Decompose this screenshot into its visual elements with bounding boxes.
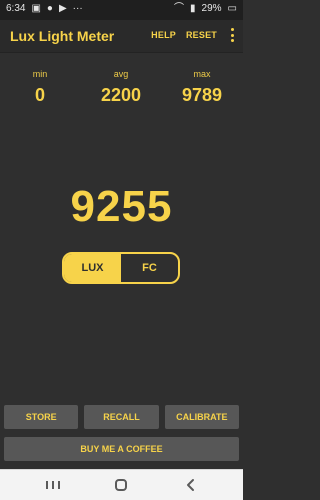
action-button-row: STORE RECALL CALIBRATE (4, 405, 239, 429)
battery-icon: ▭ (227, 3, 237, 14)
lux-unit-button[interactable]: LUX (64, 254, 121, 282)
current-reading: 9255 (70, 182, 173, 231)
avg-label: avg (113, 69, 129, 79)
home-icon[interactable] (106, 477, 136, 493)
app-actions: HELP RESET (151, 28, 237, 42)
max-value: 9789 (181, 85, 223, 105)
help-button[interactable]: HELP (151, 30, 176, 40)
avg-stat: avg 2200 (86, 69, 156, 106)
avg-value: 2200 (100, 85, 142, 105)
min-value: 0 (34, 85, 45, 105)
calibrate-button[interactable]: CALIBRATE (164, 405, 239, 429)
wifi-icon: ⌒ (174, 3, 185, 14)
status-right: ⌒ ▮ 29% ▭ (174, 4, 237, 14)
youtube-icon: ▶ (58, 3, 67, 14)
image-icon: ▣ (31, 3, 41, 14)
recall-button[interactable]: RECALL (84, 405, 159, 429)
max-stat: max 9789 (167, 69, 237, 106)
battery-percentage: 29% (201, 3, 222, 14)
signal-icon: ▮ (190, 3, 196, 14)
min-label: min (32, 69, 48, 79)
buy-me-a-coffee-button[interactable]: BUY ME A COFFEE (4, 437, 239, 461)
back-icon[interactable] (176, 477, 206, 493)
store-button[interactable]: STORE (4, 405, 79, 429)
stats-row: min 0 avg 2200 max 9789 (0, 69, 243, 114)
status-bar: 6:34 ▣ ● ▶ ··· ⌒ ▮ 29% ▭ (0, 0, 243, 20)
fc-unit-button[interactable]: FC (121, 254, 178, 282)
clock-time: 6:34 (6, 3, 26, 14)
reset-button[interactable]: RESET (186, 30, 217, 40)
status-left: 6:34 ▣ ● ▶ ··· (6, 4, 83, 14)
app-title: Lux Light Meter (10, 28, 115, 44)
recents-icon[interactable] (38, 477, 68, 493)
overflow-menu-icon[interactable] (227, 28, 237, 42)
mic-icon: ● (46, 3, 53, 14)
max-label: max (193, 69, 211, 79)
system-nav-bar (0, 469, 243, 500)
more-notifications-icon: ··· (72, 3, 83, 14)
unit-toggle[interactable]: LUX FC (62, 252, 180, 284)
app-bar: Lux Light Meter HELP RESET (0, 20, 243, 52)
min-stat: min 0 (5, 69, 75, 106)
